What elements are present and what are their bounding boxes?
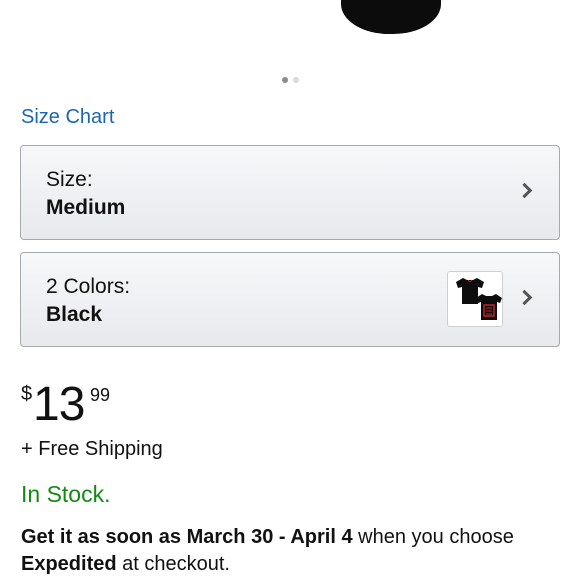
price-currency: $ <box>21 383 33 405</box>
carousel-dot-active <box>282 77 288 83</box>
size-selector-label: Size: <box>46 168 93 191</box>
carousel-dot <box>293 77 299 83</box>
chevron-right-icon <box>516 182 533 199</box>
product-image[interactable] <box>341 0 441 34</box>
color-selector-value: Black <box>46 303 103 326</box>
carousel-indicator <box>282 77 299 83</box>
delivery-estimate: Get it as soon as March 30 - April 4 whe… <box>21 524 561 578</box>
delivery-method: Expedited <box>21 553 117 575</box>
price-fraction: 99 <box>90 385 111 405</box>
tshirt-icon <box>456 278 502 320</box>
color-swatch-thumbnail <box>447 271 503 327</box>
shipping-info: + Free Shipping <box>21 438 163 460</box>
chevron-right-icon <box>516 289 533 306</box>
delivery-text: when you choose <box>352 526 514 548</box>
delivery-date: Get it as soon as March 30 - April 4 <box>21 526 353 548</box>
size-chart-link[interactable]: Size Chart <box>21 106 114 129</box>
color-selector[interactable]: 2 Colors: Black <box>20 252 560 347</box>
size-selector[interactable]: Size: Medium <box>20 145 560 240</box>
color-selector-label: 2 Colors: <box>46 275 131 298</box>
size-selector-value: Medium <box>46 196 126 219</box>
stock-status: In Stock. <box>21 481 111 507</box>
price-whole: 13 <box>33 378 85 431</box>
delivery-suffix: at checkout. <box>116 553 230 575</box>
